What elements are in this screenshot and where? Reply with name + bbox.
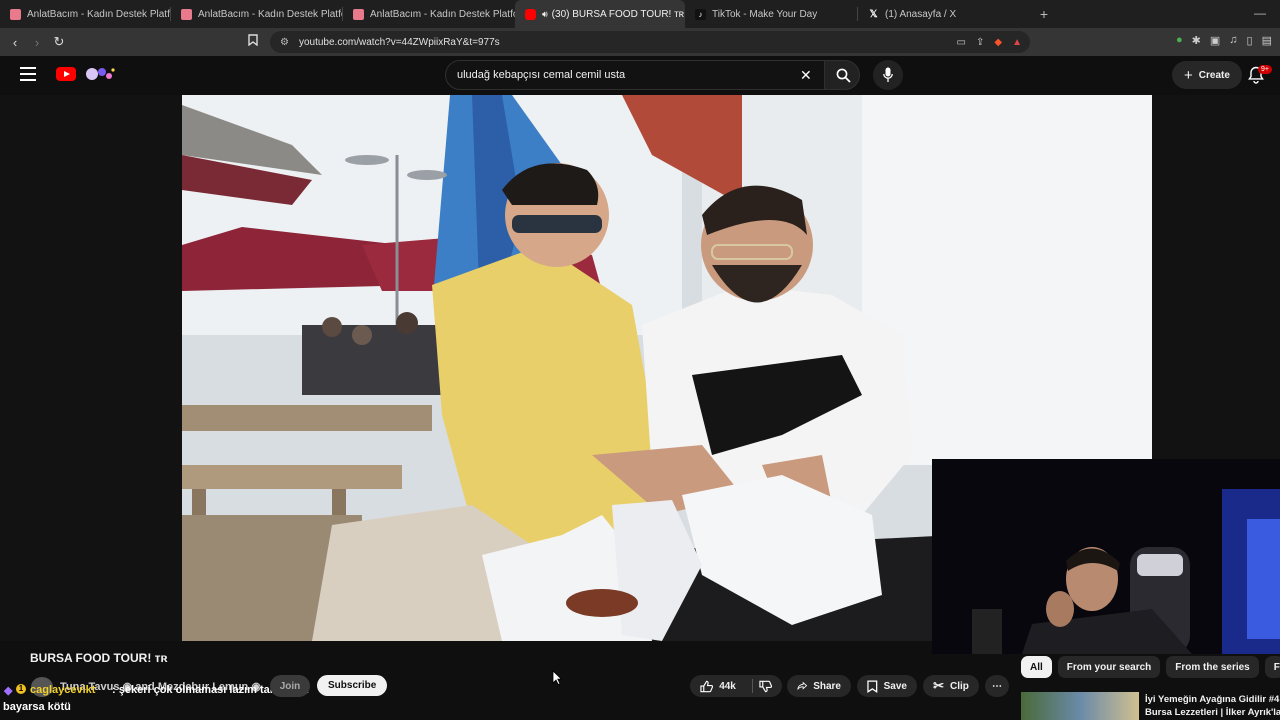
chip-truncated[interactable]: Fr (1264, 656, 1280, 678)
browser-tab[interactable]: 𝕏 (1) Anasayfa / X (858, 0, 1030, 28)
bookmark-icon[interactable] (248, 34, 258, 49)
tab-label: AnlatBacım - Kadın Destek Platformu (27, 8, 170, 20)
search-button[interactable] (824, 60, 860, 90)
back-icon[interactable]: ‹ (4, 35, 26, 50)
chat-subscriber-icon: 1 (16, 684, 26, 694)
clip-label: Clip (950, 680, 969, 692)
share-button[interactable]: Share (787, 675, 851, 697)
recommendation-chips: All From your search From the series Fr (1021, 656, 1280, 678)
join-label: Join (279, 680, 301, 692)
search-icon (836, 68, 851, 83)
forward-icon[interactable]: › (26, 35, 48, 50)
like-icon[interactable] (700, 680, 714, 693)
voice-search-button[interactable] (873, 60, 903, 90)
save-icon (867, 680, 878, 693)
more-actions-button[interactable]: ⋯ (985, 675, 1009, 697)
save-button[interactable]: Save (857, 675, 917, 697)
chat-badge-icon: ◆ (4, 685, 13, 697)
browser-tab-strip: AnlatBacım - Kadın Destek Platformu Anla… (0, 0, 1280, 28)
microphone-icon (883, 67, 893, 82)
wallet-icon[interactable]: ▤ (1262, 34, 1272, 47)
video-player[interactable] (0, 95, 1280, 654)
recommended-title-line1: İyi Yemeğin Ayağına Gidilir #4 | (1145, 694, 1280, 705)
chat-message-continuation: bayarsa kötü (3, 701, 71, 713)
browser-tab[interactable]: AnlatBacım - Kadın Destek Platformu (343, 0, 515, 28)
chip-from-the-series[interactable]: From the series (1166, 656, 1259, 678)
reload-icon[interactable]: ↻ (48, 34, 70, 50)
tab-label: AnlatBacım - Kadın Destek Platformu (370, 8, 515, 20)
search-input[interactable]: uludağ kebapçısı cemal cemil usta (445, 60, 825, 90)
minimize-icon[interactable]: — (1254, 6, 1266, 20)
extension-toolbar: ● ✱ ▣ ♫ ▯ ▤ (1176, 34, 1272, 47)
media-control-icon[interactable]: ♫ (1229, 34, 1237, 47)
chip-all[interactable]: All (1021, 656, 1052, 678)
save-label: Save (883, 680, 907, 692)
like-count[interactable]: 44k (719, 681, 736, 692)
mouse-cursor-icon (552, 670, 562, 685)
new-tab-icon[interactable]: + (1030, 6, 1058, 22)
sidebar-panel-icon[interactable]: ▣ (1210, 34, 1220, 47)
speaker-icon: 🔊︎ (542, 8, 548, 19)
clip-button[interactable]: ✂ Clip (923, 675, 979, 697)
youtube-header: uludağ kebapçısı cemal cemil usta ✕ + Cr… (0, 56, 1280, 94)
clear-search-icon[interactable]: ✕ (800, 67, 812, 84)
site-favicon-icon (10, 8, 21, 20)
recommended-title-line2: Bursa Lezzetleri | İlker Ayrık'la (1145, 707, 1280, 718)
tab-label: TikTok - Make Your Day (712, 8, 818, 20)
youtube-favicon-icon (525, 8, 536, 20)
browser-tab[interactable]: AnlatBacım - Kadın Destek Platformu (171, 0, 342, 28)
plus-icon: + (1184, 66, 1193, 84)
join-button[interactable]: Join (270, 675, 310, 697)
scissors-icon: ✂ (933, 678, 944, 693)
url-field[interactable]: ⚙ youtube.com/watch?v=44ZWpiixRaY&t=977s… (270, 31, 1030, 53)
subscribe-button[interactable]: Subscribe (317, 675, 388, 696)
youtube-logo-icon[interactable] (56, 67, 76, 81)
brave-shield-icon[interactable]: ◆ (994, 37, 1002, 48)
site-info-icon[interactable]: ⚙ (280, 37, 289, 48)
brave-rewards-icon[interactable]: ▲ (1012, 37, 1022, 48)
webcam-scene-illustration (932, 459, 1280, 654)
share-page-icon[interactable]: ⇪ (976, 37, 984, 48)
browser-tab-active[interactable]: 🔊︎ (30) BURSA FOOD TOUR! ᴛʀ - ✕ (515, 0, 685, 28)
more-icon: ⋯ (992, 680, 1002, 692)
subscribe-label: Subscribe (328, 680, 377, 691)
url-actions: ▭ ⇪ ◆ ▲ (957, 37, 1030, 48)
extension-leaf-icon[interactable]: ● (1176, 34, 1183, 47)
tab-label: (30) BURSA FOOD TOUR! ᴛʀ - (551, 8, 685, 20)
recommended-video-title[interactable]: İyi Yemeğin Ayağına Gidilir #4 | Bursa L… (1145, 693, 1280, 719)
site-favicon-icon (353, 8, 364, 20)
create-button[interactable]: + Create (1172, 61, 1242, 89)
tiktok-favicon-icon: ♪ (695, 8, 706, 20)
search-query-text: uludağ kebapçısı cemal cemil usta (457, 69, 626, 81)
reading-list-icon[interactable]: ▯ (1247, 34, 1253, 47)
share-icon (797, 681, 808, 690)
site-favicon-icon (181, 8, 192, 20)
youtube-doodle-icon[interactable] (80, 66, 116, 82)
install-app-icon[interactable]: ▭ (957, 37, 966, 48)
webcam-overlay (932, 459, 1280, 654)
share-label: Share (813, 680, 841, 692)
video-title: BURSA FOOD TOUR! ᴛʀ (30, 651, 168, 665)
url-text: youtube.com/watch?v=44ZWpiixRaY&t=977s (298, 36, 500, 48)
browser-tab[interactable]: AnlatBacım - Kadın Destek Platformu (0, 0, 170, 28)
tab-label: AnlatBacım - Kadın Destek Platformu (198, 8, 342, 20)
like-dislike-group: 44k (690, 675, 782, 697)
x-favicon-icon: 𝕏 (869, 8, 878, 20)
chip-from-your-search[interactable]: From your search (1057, 656, 1161, 678)
menu-icon[interactable] (20, 67, 36, 81)
create-label: Create (1198, 69, 1230, 81)
address-bar-row: ‹ › ↻ ⚙ youtube.com/watch?v=44ZWpiixRaY&… (0, 28, 1280, 56)
notification-badge: 9+ (1258, 65, 1272, 74)
browser-tab[interactable]: ♪ TikTok - Make Your Day (685, 0, 857, 28)
like-divider (751, 679, 753, 693)
recommended-video-thumbnail[interactable] (1021, 692, 1139, 720)
extensions-icon[interactable]: ✱ (1192, 34, 1201, 47)
dislike-icon[interactable] (759, 680, 772, 693)
chat-username: caglaycevikt (30, 684, 96, 696)
tab-label: (1) Anasayfa / X (885, 8, 957, 20)
